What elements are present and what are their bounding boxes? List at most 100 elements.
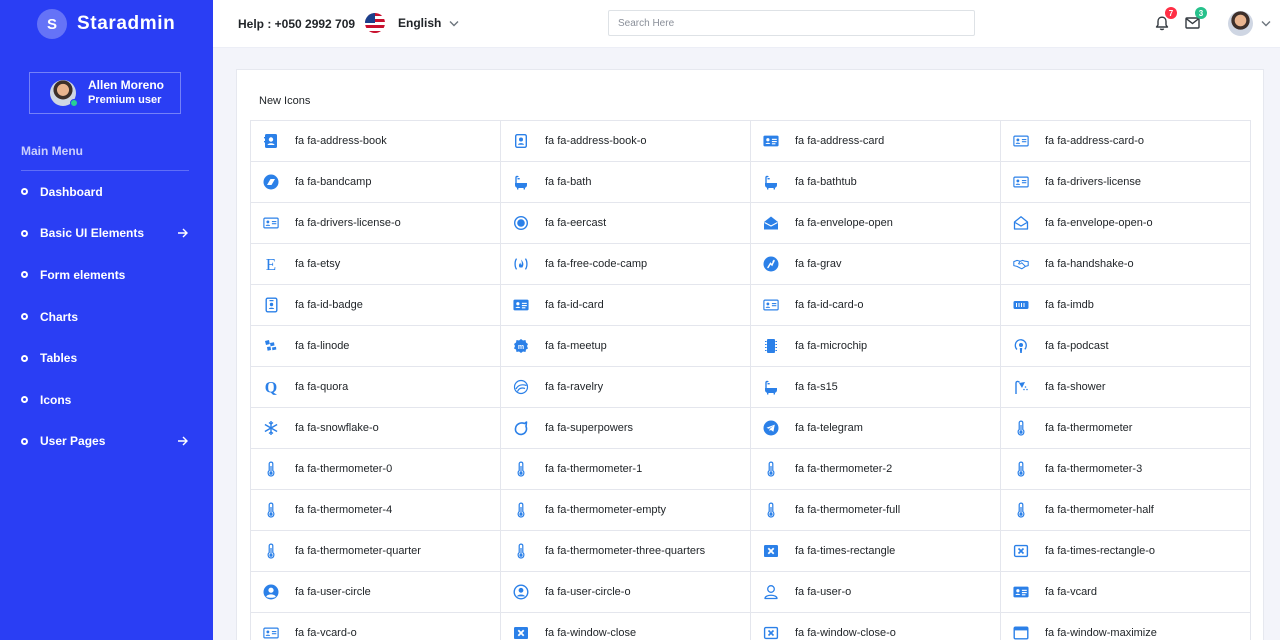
snowflake-icon — [263, 420, 279, 436]
icon-class-label: fa fa-id-card — [545, 299, 604, 311]
icon-grid-cell: fa fa-handshake-o — [1001, 244, 1251, 285]
microchip-icon — [763, 338, 779, 354]
icon-grid-cell: Efa fa-etsy — [251, 244, 501, 285]
icon-class-label: fa fa-user-circle — [295, 586, 371, 598]
icon-grid-cell: fa fa-thermometer-quarter — [251, 531, 501, 572]
user-menu-dropdown[interactable] — [1228, 11, 1271, 36]
icon-class-label: fa fa-address-card-o — [1045, 135, 1145, 147]
icon-grid-cell: fa fa-user-circle — [251, 572, 501, 613]
icons-card: New Icons fa fa-address-book fa fa-addres… — [236, 69, 1264, 640]
messages-badge: 3 — [1195, 7, 1207, 19]
icon-class-label: fa fa-envelope-open — [795, 217, 893, 229]
icon-class-label: fa fa-microchip — [795, 340, 868, 352]
circle-icon — [21, 271, 28, 279]
icon-grid-cell: fa fa-id-card — [501, 285, 751, 326]
icon-class-label: fa fa-s15 — [795, 381, 838, 393]
sidebar-item-label: Basic UI Elements — [40, 226, 145, 241]
arrow-right-icon — [177, 228, 188, 238]
circle-icon — [21, 354, 28, 362]
id-badge-icon — [263, 297, 279, 313]
sidebar-item-form-elements[interactable]: Form elements — [0, 254, 213, 296]
sidebar-item-dashboard[interactable]: Dashboard — [0, 171, 213, 213]
icon-grid-cell: fa fa-bath — [501, 162, 751, 203]
bath-icon — [763, 379, 779, 395]
address-card-o-icon — [263, 215, 279, 231]
sidebar-nav: Dashboard Basic UI Elements Form elements C… — [0, 171, 213, 462]
thermometer-icon — [1013, 420, 1029, 436]
user-avatar — [1228, 11, 1253, 36]
icon-class-label: fa fa-bathtub — [795, 176, 857, 188]
address-book-icon — [263, 133, 279, 149]
address-card-o-icon — [1013, 174, 1029, 190]
notifications-button[interactable]: 7 — [1153, 7, 1177, 32]
free-code-camp-icon — [513, 256, 529, 272]
sidebar-item-basic-ui-elements[interactable]: Basic UI Elements — [0, 213, 213, 255]
user-circle-icon — [263, 584, 279, 600]
chevron-down-icon — [1261, 20, 1271, 27]
chevron-down-icon — [449, 20, 459, 27]
icon-grid-cell: fa fa-times-rectangle — [751, 531, 1001, 572]
icon-grid-cell: fa fa-linode — [251, 326, 501, 367]
icon-grid-cell: fa fa-free-code-camp — [501, 244, 751, 285]
us-flag-icon — [365, 13, 385, 33]
address-card-o-icon — [263, 625, 279, 640]
language-dropdown[interactable]: English — [365, 13, 459, 33]
times-rectangle-icon — [513, 625, 529, 640]
icon-grid-cell: fa fa-id-badge — [251, 285, 501, 326]
brand[interactable]: S Staradmin — [0, 0, 213, 48]
icon-grid-cell: fa fa-address-card-o — [1001, 121, 1251, 162]
icon-class-label: fa fa-thermometer-0 — [295, 463, 393, 475]
sidebar-item-user-pages[interactable]: User Pages — [0, 421, 213, 463]
handshake-icon — [1013, 256, 1029, 272]
icon-class-label: fa fa-thermometer-half — [1045, 504, 1154, 516]
icon-grid-cell: fa fa-envelope-open-o — [1001, 203, 1251, 244]
icon-class-label: fa fa-free-code-camp — [545, 258, 648, 270]
sidebar-item-label: Form elements — [40, 267, 126, 282]
quora-icon: Q — [263, 379, 279, 396]
icon-class-label: fa fa-handshake-o — [1045, 258, 1134, 270]
user-circle-o-icon — [513, 584, 529, 600]
icon-class-label: fa fa-address-book-o — [545, 135, 647, 147]
icon-grid-cell: fa fa-thermometer-3 — [1001, 449, 1251, 490]
sidebar-item-icons[interactable]: Icons — [0, 379, 213, 421]
brand-logo: S — [37, 9, 67, 39]
address-book-o-icon — [513, 133, 529, 149]
circle-icon — [21, 396, 28, 404]
times-rectangle-icon — [763, 543, 779, 559]
messages-button[interactable]: 3 — [1183, 7, 1207, 32]
envelope-open-icon — [763, 215, 779, 231]
icon-class-label: fa fa-vcard-o — [295, 627, 357, 639]
icon-grid-cell: fa fa-shower — [1001, 367, 1251, 408]
envelope-icon — [1184, 17, 1200, 29]
etsy-icon: E — [263, 256, 279, 272]
profile-card[interactable]: Allen Moreno Premium user — [29, 72, 181, 114]
icon-class-label: fa fa-eercast — [545, 217, 607, 229]
icon-class-label: fa fa-thermometer-1 — [545, 463, 643, 475]
help-phone: Help : +050 2992 709 — [238, 17, 356, 31]
icon-grid-cell: fa fa-window-close-o — [751, 613, 1001, 640]
shower-icon — [1013, 379, 1029, 395]
icon-class-label: fa fa-superpowers — [545, 422, 634, 434]
sidebar-item-charts[interactable]: Charts — [0, 296, 213, 338]
sidebar-item-label: Icons — [40, 392, 72, 407]
meetup-icon: m — [513, 338, 529, 354]
icon-grid-cell: fa fa-s15 — [751, 367, 1001, 408]
address-card-o-icon — [1013, 133, 1029, 149]
times-rectangle-o-icon — [1013, 543, 1029, 559]
icon-class-label: fa fa-ravelry — [545, 381, 604, 393]
language-label: English — [398, 16, 442, 30]
icon-class-label: fa fa-id-badge — [295, 299, 363, 311]
arrow-right-icon — [177, 436, 188, 446]
circle-icon — [21, 437, 28, 445]
sidebar-item-tables[interactable]: Tables — [0, 337, 213, 379]
icon-grid-cell: fa fa-drivers-license — [1001, 162, 1251, 203]
icon-class-label: fa fa-window-close-o — [795, 627, 896, 639]
user-o-icon — [763, 584, 779, 600]
icon-grid-cell: fa fa-thermometer-4 — [251, 490, 501, 531]
icon-class-label: fa fa-times-rectangle-o — [1045, 545, 1156, 557]
search-input[interactable] — [608, 10, 975, 36]
icon-grid-cell: fa fa-superpowers — [501, 408, 751, 449]
brand-name: Staradmin — [77, 13, 176, 34]
icon-class-label: fa fa-thermometer-2 — [795, 463, 893, 475]
icon-class-label: fa fa-user-circle-o — [545, 586, 631, 598]
